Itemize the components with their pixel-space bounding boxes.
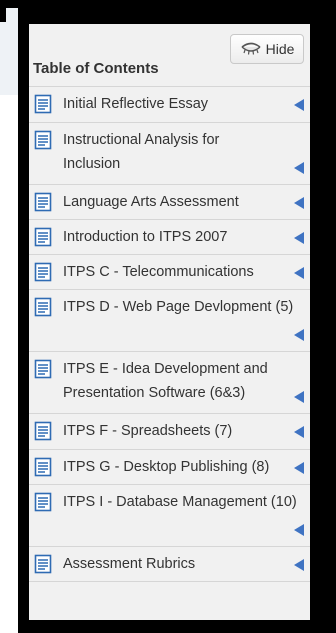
document-icon [34,492,52,512]
toc-item-itps-g[interactable]: ITPS G - Desktop Publishing (8) [29,449,310,484]
document-icon [34,94,52,114]
toc-header: Hide Table of Contents [29,24,310,86]
triangle-left-icon[interactable] [292,266,306,280]
triangle-left-icon[interactable] [292,161,306,175]
triangle-left-icon[interactable] [292,523,306,537]
toc-item-assessment-rubrics[interactable]: Assessment Rubrics [29,546,310,582]
triangle-left-icon[interactable] [292,328,306,342]
toc-item-itps-c[interactable]: ITPS C - Telecommunications [29,254,310,289]
hide-button-label: Hide [265,41,295,57]
document-icon [34,421,52,441]
toc-item-label: ITPS G - Desktop Publishing (8) [63,459,270,475]
document-icon [34,359,52,379]
document-icon [34,457,52,477]
top-border [0,0,336,8]
toc-title: Table of Contents [33,60,159,77]
toc-panel: Hide Table of Contents Initial Reflectiv… [29,24,310,620]
triangle-left-icon[interactable] [292,390,306,404]
toc-item-label: Initial Reflective Essay [63,96,209,112]
toc-item-label: Language Arts Assessment [63,194,239,210]
document-icon [34,227,52,247]
toc-item-label: Assessment Rubrics [63,556,196,572]
hide-button[interactable]: Hide [230,34,304,64]
toc-item-itps-e[interactable]: ITPS E - Idea Development and Presentati… [29,351,310,413]
toc-list: Initial Reflective Essay Instructional A… [29,86,310,582]
triangle-left-icon[interactable] [292,558,306,572]
toc-item-itps-i[interactable]: ITPS I - Database Management (10) [29,484,310,546]
toc-item-label: ITPS I - Database Management (10) [63,494,297,510]
triangle-left-icon[interactable] [292,425,306,439]
document-icon [34,554,52,574]
toc-item-itps-d[interactable]: ITPS D - Web Page Devlopment (5) [29,289,310,351]
document-icon [34,130,52,150]
top-notch [0,0,6,22]
triangle-left-icon[interactable] [292,98,306,112]
toc-item-itps-f[interactable]: ITPS F - Spreadsheets (7) [29,413,310,449]
toc-item-label: ITPS F - Spreadsheets (7) [63,423,233,439]
toc-item-instructional-analysis[interactable]: Instructional Analysis for Inclusion [29,122,310,184]
document-icon [34,297,52,317]
toc-item-label: ITPS C - Telecommunications [63,264,254,280]
toc-item-language-arts-assessment[interactable]: Language Arts Assessment [29,184,310,219]
triangle-left-icon[interactable] [292,461,306,475]
toc-item-label: ITPS E - Idea Development and Presentati… [63,361,268,401]
toc-item-label: Instructional Analysis for Inclusion [63,132,220,172]
toc-item-label: Introduction to ITPS 2007 [63,229,228,245]
triangle-left-icon[interactable] [292,231,306,245]
triangle-left-icon[interactable] [292,196,306,210]
eye-closed-icon [241,42,261,55]
toc-item-initial-reflective-essay[interactable]: Initial Reflective Essay [29,86,310,122]
toc-item-label: ITPS D - Web Page Devlopment (5) [63,299,294,315]
document-icon [34,262,52,282]
document-icon [34,192,52,212]
toc-item-introduction-itps-2007[interactable]: Introduction to ITPS 2007 [29,219,310,254]
